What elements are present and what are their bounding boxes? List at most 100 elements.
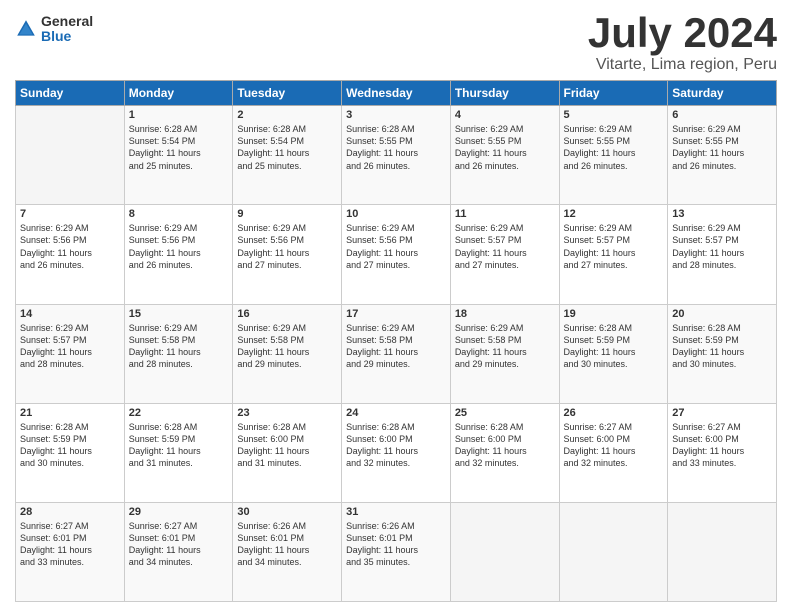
- day-number: 24: [346, 407, 446, 419]
- header: General Blue July 2024 Vitarte, Lima reg…: [15, 10, 777, 74]
- day-number: 16: [237, 308, 337, 320]
- subtitle: Vitarte, Lima region, Peru: [588, 56, 777, 74]
- day-info: Sunrise: 6:29 AM Sunset: 5:55 PM Dayligh…: [564, 123, 664, 172]
- calendar-cell: 21 Sunrise: 6:28 AM Sunset: 5:59 PM Dayli…: [16, 403, 125, 502]
- day-info: Sunrise: 6:27 AM Sunset: 6:01 PM Dayligh…: [129, 520, 229, 569]
- day-number: 26: [564, 407, 664, 419]
- calendar-cell: 31 Sunrise: 6:26 AM Sunset: 6:01 PM Dayli…: [342, 502, 451, 601]
- day-info: Sunrise: 6:29 AM Sunset: 5:57 PM Dayligh…: [564, 222, 664, 271]
- calendar-cell: 11Sunrise: 6:29 AM Sunset: 5:57 PM Dayli…: [450, 205, 559, 304]
- logo-icon: [15, 18, 37, 40]
- day-info: Sunrise: 6:28 AM Sunset: 5:59 PM Dayligh…: [20, 421, 120, 470]
- day-number: 12: [564, 208, 664, 220]
- calendar-week-1: 1 Sunrise: 6:28 AM Sunset: 5:54 PM Daylig…: [16, 106, 777, 205]
- day-number: 29: [129, 506, 229, 518]
- day-number: 23: [237, 407, 337, 419]
- calendar-cell: [16, 106, 125, 205]
- day-info: Sunrise: 6:28 AM Sunset: 6:00 PM Dayligh…: [237, 421, 337, 470]
- day-number: 9: [237, 208, 337, 220]
- calendar-cell: 23 Sunrise: 6:28 AM Sunset: 6:00 PM Dayli…: [233, 403, 342, 502]
- calendar-cell: 15 Sunrise: 6:29 AM Sunset: 5:58 PM Dayli…: [124, 304, 233, 403]
- calendar-cell: 25Sunrise: 6:28 AM Sunset: 6:00 PM Dayli…: [450, 403, 559, 502]
- day-number: 1: [129, 109, 229, 121]
- day-number: 6: [672, 109, 772, 121]
- calendar-cell: 19 Sunrise: 6:28 AM Sunset: 5:59 PM Dayli…: [559, 304, 668, 403]
- calendar-cell: 4Sunrise: 6:29 AM Sunset: 5:55 PM Daylig…: [450, 106, 559, 205]
- day-info: Sunrise: 6:26 AM Sunset: 6:01 PM Dayligh…: [346, 520, 446, 569]
- calendar-cell: 17 Sunrise: 6:29 AM Sunset: 5:58 PM Dayli…: [342, 304, 451, 403]
- calendar-cell: 22 Sunrise: 6:28 AM Sunset: 5:59 PM Dayli…: [124, 403, 233, 502]
- calendar-cell: 14Sunrise: 6:29 AM Sunset: 5:57 PM Dayli…: [16, 304, 125, 403]
- day-info: Sunrise: 6:28 AM Sunset: 5:54 PM Dayligh…: [237, 123, 337, 172]
- calendar-cell: 5 Sunrise: 6:29 AM Sunset: 5:55 PM Daylig…: [559, 106, 668, 205]
- day-info: Sunrise: 6:28 AM Sunset: 5:55 PM Dayligh…: [346, 123, 446, 172]
- day-info: Sunrise: 6:28 AM Sunset: 6:00 PM Dayligh…: [346, 421, 446, 470]
- day-number: 19: [564, 308, 664, 320]
- calendar-week-2: 7 Sunrise: 6:29 AM Sunset: 5:56 PM Daylig…: [16, 205, 777, 304]
- logo-blue: Blue: [41, 29, 93, 44]
- calendar-cell: 28 Sunrise: 6:27 AM Sunset: 6:01 PM Dayli…: [16, 502, 125, 601]
- calendar-header-sunday: Sunday: [16, 81, 125, 106]
- day-info: Sunrise: 6:27 AM Sunset: 6:00 PM Dayligh…: [564, 421, 664, 470]
- day-info: Sunrise: 6:27 AM Sunset: 6:01 PM Dayligh…: [20, 520, 120, 569]
- page: General Blue July 2024 Vitarte, Lima reg…: [0, 0, 792, 612]
- day-number: 7: [20, 208, 120, 220]
- calendar-cell: 8 Sunrise: 6:29 AM Sunset: 5:56 PM Daylig…: [124, 205, 233, 304]
- day-info: Sunrise: 6:29 AM Sunset: 5:56 PM Dayligh…: [129, 222, 229, 271]
- calendar-cell: 13Sunrise: 6:29 AM Sunset: 5:57 PM Dayli…: [668, 205, 777, 304]
- day-number: 5: [564, 109, 664, 121]
- day-info: Sunrise: 6:26 AM Sunset: 6:01 PM Dayligh…: [237, 520, 337, 569]
- calendar-cell: 7Sunrise: 6:29 AM Sunset: 5:56 PM Daylig…: [16, 205, 125, 304]
- calendar-cell: 9 Sunrise: 6:29 AM Sunset: 5:56 PM Daylig…: [233, 205, 342, 304]
- day-info: Sunrise: 6:29 AM Sunset: 5:58 PM Dayligh…: [237, 322, 337, 371]
- day-number: 27: [672, 407, 772, 419]
- day-number: 31: [346, 506, 446, 518]
- day-info: Sunrise: 6:29 AM Sunset: 5:58 PM Dayligh…: [455, 322, 555, 371]
- calendar-header-thursday: Thursday: [450, 81, 559, 106]
- day-info: Sunrise: 6:29 AM Sunset: 5:55 PM Dayligh…: [455, 123, 555, 172]
- calendar-cell: 24 Sunrise: 6:28 AM Sunset: 6:00 PM Dayli…: [342, 403, 451, 502]
- day-number: 8: [129, 208, 229, 220]
- day-number: 15: [129, 308, 229, 320]
- day-number: 13: [672, 208, 772, 220]
- calendar-header-tuesday: Tuesday: [233, 81, 342, 106]
- calendar-cell: 26 Sunrise: 6:27 AM Sunset: 6:00 PM Dayli…: [559, 403, 668, 502]
- day-info: Sunrise: 6:28 AM Sunset: 5:59 PM Dayligh…: [129, 421, 229, 470]
- day-number: 30: [237, 506, 337, 518]
- title-block: July 2024 Vitarte, Lima region, Peru: [588, 10, 777, 74]
- logo-text: General Blue: [41, 14, 93, 45]
- calendar-cell: 18Sunrise: 6:29 AM Sunset: 5:58 PM Dayli…: [450, 304, 559, 403]
- day-info: Sunrise: 6:29 AM Sunset: 5:57 PM Dayligh…: [20, 322, 120, 371]
- logo: General Blue: [15, 14, 93, 45]
- calendar-cell: 3 Sunrise: 6:28 AM Sunset: 5:55 PM Daylig…: [342, 106, 451, 205]
- day-info: Sunrise: 6:28 AM Sunset: 6:00 PM Dayligh…: [455, 421, 555, 470]
- day-info: Sunrise: 6:28 AM Sunset: 5:59 PM Dayligh…: [672, 322, 772, 371]
- calendar-cell: 29 Sunrise: 6:27 AM Sunset: 6:01 PM Dayli…: [124, 502, 233, 601]
- calendar-week-3: 14Sunrise: 6:29 AM Sunset: 5:57 PM Dayli…: [16, 304, 777, 403]
- day-number: 2: [237, 109, 337, 121]
- calendar-header-wednesday: Wednesday: [342, 81, 451, 106]
- main-title: July 2024: [588, 10, 777, 56]
- calendar-header-saturday: Saturday: [668, 81, 777, 106]
- day-number: 17: [346, 308, 446, 320]
- day-number: 10: [346, 208, 446, 220]
- day-info: Sunrise: 6:29 AM Sunset: 5:58 PM Dayligh…: [346, 322, 446, 371]
- day-number: 22: [129, 407, 229, 419]
- calendar-cell: 12 Sunrise: 6:29 AM Sunset: 5:57 PM Dayli…: [559, 205, 668, 304]
- calendar-table: SundayMondayTuesdayWednesdayThursdayFrid…: [15, 80, 777, 602]
- calendar-cell: [450, 502, 559, 601]
- calendar-cell: [559, 502, 668, 601]
- day-number: 28: [20, 506, 120, 518]
- day-info: Sunrise: 6:29 AM Sunset: 5:56 PM Dayligh…: [237, 222, 337, 271]
- calendar-cell: 1Sunrise: 6:28 AM Sunset: 5:54 PM Daylig…: [124, 106, 233, 205]
- calendar-cell: 2 Sunrise: 6:28 AM Sunset: 5:54 PM Daylig…: [233, 106, 342, 205]
- day-info: Sunrise: 6:29 AM Sunset: 5:58 PM Dayligh…: [129, 322, 229, 371]
- calendar-cell: 6 Sunrise: 6:29 AM Sunset: 5:55 PM Daylig…: [668, 106, 777, 205]
- day-info: Sunrise: 6:29 AM Sunset: 5:55 PM Dayligh…: [672, 123, 772, 172]
- day-number: 3: [346, 109, 446, 121]
- calendar-cell: [668, 502, 777, 601]
- day-number: 21: [20, 407, 120, 419]
- day-info: Sunrise: 6:28 AM Sunset: 5:59 PM Dayligh…: [564, 322, 664, 371]
- calendar-cell: 27Sunrise: 6:27 AM Sunset: 6:00 PM Dayli…: [668, 403, 777, 502]
- calendar-header-row: SundayMondayTuesdayWednesdayThursdayFrid…: [16, 81, 777, 106]
